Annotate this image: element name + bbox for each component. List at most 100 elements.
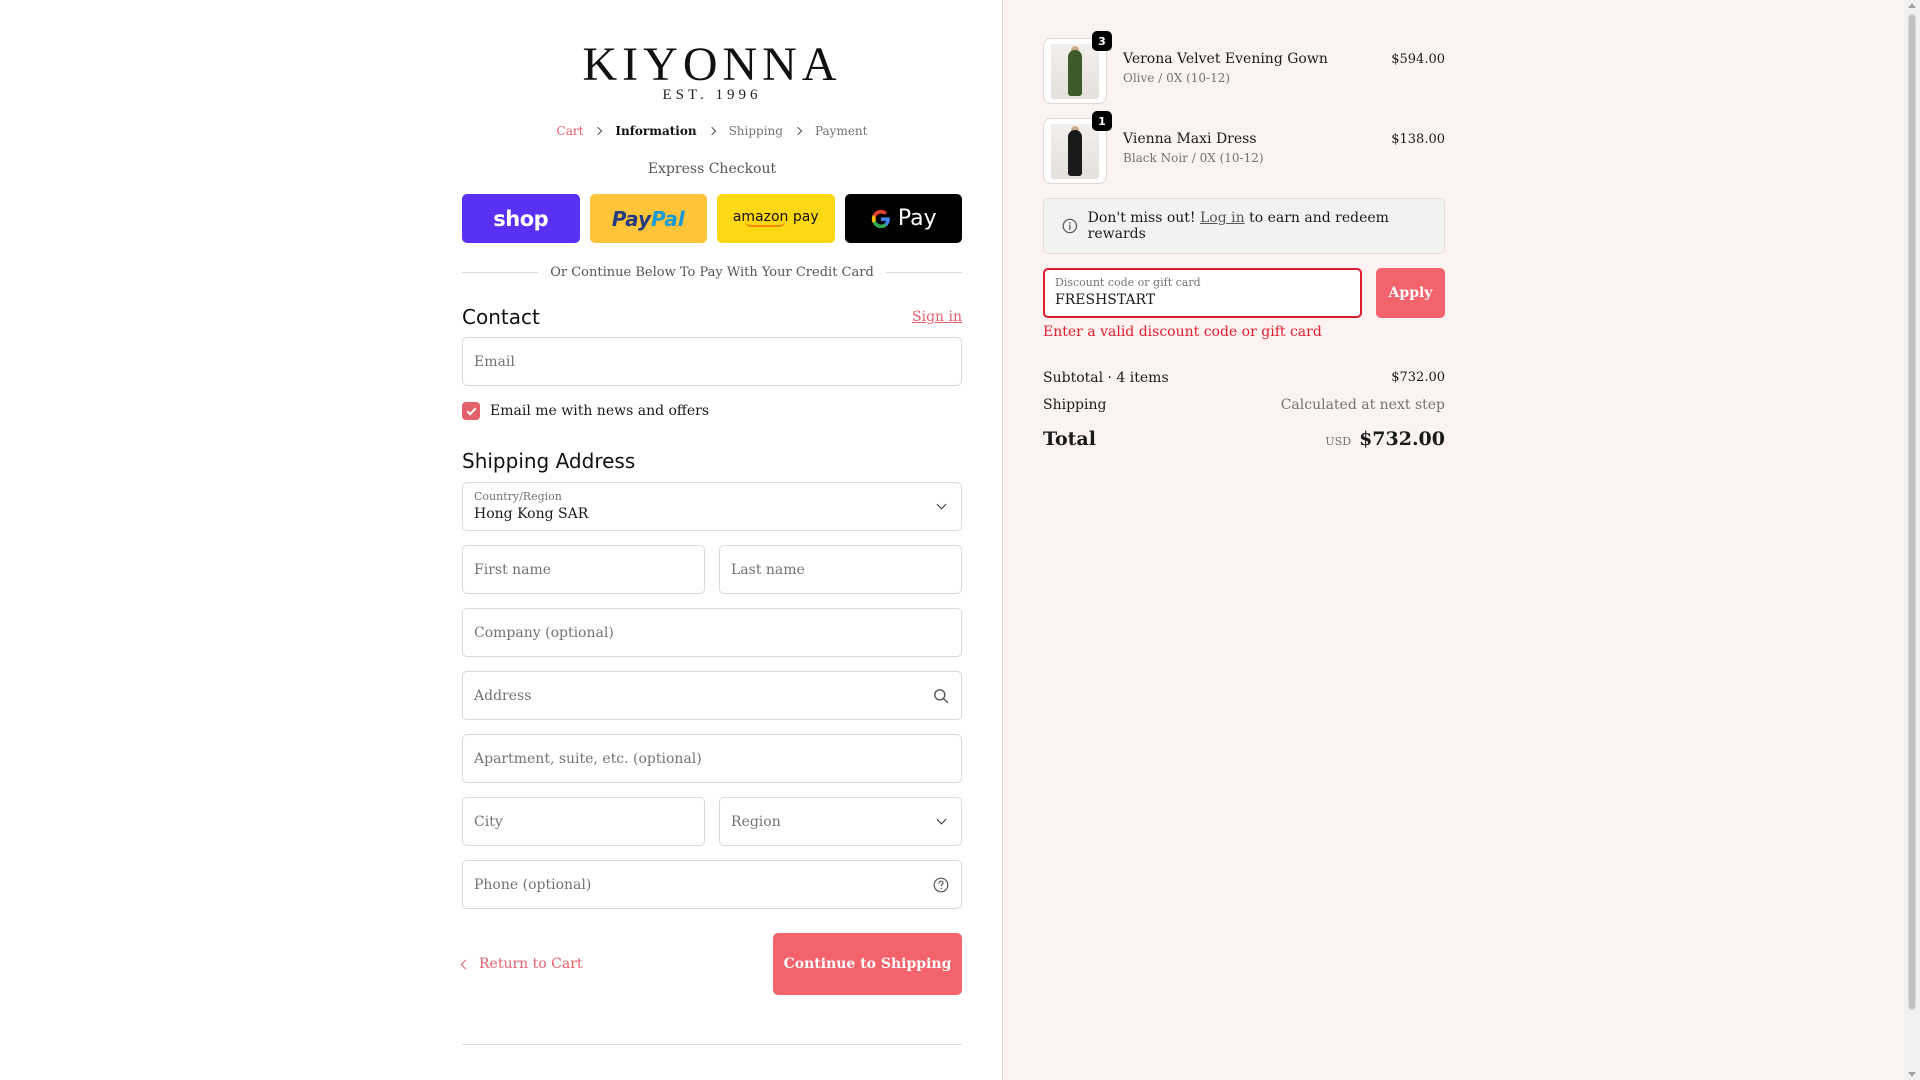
- company-placeholder: Company (optional): [474, 624, 614, 641]
- item-name: Verona Velvet Evening Gown: [1123, 51, 1328, 67]
- form-actions: Return to Cart Continue to Shipping: [460, 933, 962, 995]
- apartment-placeholder: Apartment, suite, etc. (optional): [474, 750, 702, 767]
- discount-row: Discount code or gift card FRESHSTART Ap…: [1043, 268, 1445, 318]
- item-info: Vienna Maxi Dress Black Noir / 0X (10-12…: [1123, 118, 1391, 184]
- google-pay-button[interactable]: Pay: [844, 194, 962, 243]
- product-image: [1051, 44, 1099, 99]
- google-g-icon: [871, 209, 890, 228]
- brand-name: KIYONNA: [582, 38, 842, 91]
- cart-item: 1 Vienna Maxi Dress Black Noir / 0X (10-…: [1043, 111, 1445, 184]
- newsletter-checkbox[interactable]: [462, 402, 480, 420]
- checkout-main: KIYONNA EST. 1996 Cart Information Shipp…: [460, 0, 963, 1045]
- express-payment-buttons: shop Pay Pal amazon pay Pay: [462, 194, 962, 243]
- return-to-cart-label: Return to Cart: [479, 956, 583, 972]
- phone-placeholder: Phone (optional): [474, 876, 592, 893]
- total-currency: USD: [1325, 435, 1352, 448]
- item-variant: Black Noir / 0X (10-12): [1123, 151, 1264, 165]
- total-row: Total USD $732.00: [1043, 428, 1445, 450]
- subtotal-value: $732.00: [1391, 370, 1445, 385]
- checkmark-icon: [466, 405, 476, 415]
- subtotal-row: Subtotal · 4 items $732.00: [1043, 364, 1445, 391]
- quantity-badge: 3: [1092, 31, 1112, 51]
- shipping-header: Shipping Address: [462, 447, 962, 475]
- phone-field[interactable]: Phone (optional): [462, 860, 962, 909]
- shipping-value: Calculated at next step: [1280, 396, 1445, 413]
- discount-value: FRESHSTART: [1055, 292, 1156, 308]
- divider-line: [885, 271, 963, 273]
- sign-in-link[interactable]: Sign in: [912, 309, 962, 325]
- last-name-placeholder: Last name: [731, 561, 805, 578]
- discount-error-message: Enter a valid discount code or gift card: [1043, 324, 1322, 340]
- quantity-badge: 1: [1092, 111, 1112, 131]
- chevron-down-icon: [933, 499, 949, 515]
- order-summary: 3 Verona Velvet Evening Gown Olive / 0X …: [1043, 31, 1445, 450]
- city-field[interactable]: City: [462, 797, 705, 846]
- return-to-cart-link[interactable]: Return to Cart: [460, 956, 583, 972]
- city-region-row: City Region: [462, 797, 962, 846]
- page-scrollbar[interactable]: [1904, 0, 1920, 1080]
- info-icon: [1062, 218, 1078, 234]
- first-name-placeholder: First name: [474, 561, 552, 578]
- order-summary-column: 3 Verona Velvet Evening Gown Olive / 0X …: [1002, 0, 1904, 1080]
- total-amount: $732.00: [1359, 428, 1445, 450]
- rewards-text: Don't miss out! Log in to earn and redee…: [1088, 210, 1444, 242]
- name-row: First name Last name: [462, 545, 962, 594]
- divider-text: Or Continue Below To Pay With Your Credi…: [550, 264, 874, 280]
- item-info: Verona Velvet Evening Gown Olive / 0X (1…: [1123, 38, 1391, 104]
- chevron-left-icon: [460, 959, 471, 969]
- amazon-smile-icon: [744, 221, 785, 227]
- product-thumbnail: 3: [1043, 31, 1112, 104]
- apply-label: Apply: [1388, 285, 1433, 301]
- scroll-down-arrow-icon[interactable]: [1908, 1072, 1916, 1077]
- breadcrumb-shipping: Shipping: [728, 124, 783, 138]
- country-label: Country/Region: [474, 490, 562, 503]
- discount-label: Discount code or gift card: [1055, 276, 1201, 289]
- chevron-right-icon: [793, 126, 803, 136]
- total-value-group: USD $732.00: [1325, 428, 1445, 450]
- checkout-form-column: KIYONNA EST. 1996 Cart Information Shipp…: [0, 0, 1002, 1080]
- breadcrumb-information: Information: [615, 124, 697, 138]
- rewards-banner: Don't miss out! Log in to earn and redee…: [1043, 198, 1445, 254]
- shipping-row: Shipping Calculated at next step: [1043, 391, 1445, 418]
- region-select[interactable]: Region: [719, 797, 962, 846]
- help-icon[interactable]: [933, 877, 949, 893]
- contact-title: Contact: [462, 305, 540, 329]
- scrollbar-thumb[interactable]: [1908, 14, 1916, 1010]
- discount-code-input[interactable]: Discount code or gift card FRESHSTART: [1043, 268, 1362, 318]
- paypal-button[interactable]: Pay Pal: [589, 194, 707, 243]
- brand-logo[interactable]: KIYONNA EST. 1996: [462, 38, 962, 104]
- email-field[interactable]: Email: [462, 337, 962, 386]
- chevron-right-icon: [594, 126, 603, 136]
- newsletter-option[interactable]: Email me with news and offers: [462, 401, 962, 421]
- payment-divider: Or Continue Below To Pay With Your Credi…: [462, 263, 963, 281]
- breadcrumb-payment: Payment: [814, 124, 868, 138]
- first-name-field[interactable]: First name: [462, 545, 705, 594]
- scroll-up-arrow-icon[interactable]: [1908, 3, 1916, 8]
- cart-item: 3 Verona Velvet Evening Gown Olive / 0X …: [1043, 31, 1445, 104]
- city-placeholder: City: [474, 813, 503, 830]
- express-checkout-title: Express Checkout: [647, 161, 777, 177]
- brand-est: EST. 1996: [662, 87, 762, 103]
- address-placeholder: Address: [474, 687, 532, 704]
- shop-pay-button[interactable]: shop: [462, 194, 580, 243]
- product-image: [1051, 124, 1099, 179]
- rewards-login-link[interactable]: Log in: [1200, 210, 1245, 226]
- chevron-down-icon: [933, 814, 949, 830]
- last-name-field[interactable]: Last name: [719, 545, 962, 594]
- address-field[interactable]: Address: [462, 671, 962, 720]
- subtotal-label: Subtotal · 4 items: [1043, 369, 1169, 386]
- breadcrumb-cart[interactable]: Cart: [557, 124, 584, 138]
- country-value: Hong Kong SAR: [474, 506, 589, 522]
- apply-discount-button[interactable]: Apply: [1376, 268, 1445, 318]
- dress-figure: [1068, 50, 1082, 96]
- newsletter-label: Email me with news and offers: [490, 403, 710, 419]
- google-pay-label: Pay: [897, 206, 937, 231]
- amazon-pay-button[interactable]: amazon pay: [717, 194, 835, 243]
- continue-to-shipping-button[interactable]: Continue to Shipping: [773, 933, 962, 995]
- country-select[interactable]: Country/Region Hong Kong SAR: [462, 482, 962, 531]
- contact-header: Contact Sign in: [462, 303, 962, 331]
- search-icon[interactable]: [933, 688, 949, 704]
- shipping-title: Shipping Address: [462, 449, 636, 473]
- apartment-field[interactable]: Apartment, suite, etc. (optional): [462, 734, 962, 783]
- company-field[interactable]: Company (optional): [462, 608, 962, 657]
